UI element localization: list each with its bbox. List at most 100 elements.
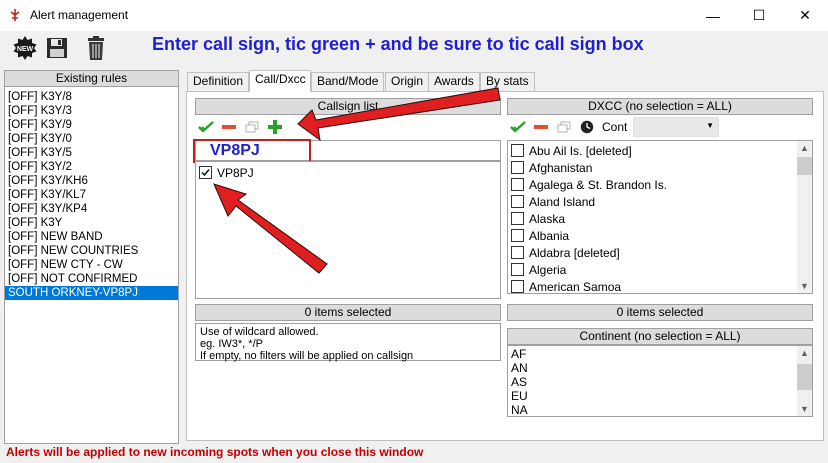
tab-definition[interactable]: Definition: [187, 72, 250, 91]
tab-origin[interactable]: Origin: [385, 72, 430, 91]
dxcc-item[interactable]: Afghanistan: [508, 159, 812, 176]
continent-item[interactable]: NA: [511, 403, 812, 417]
callsign-selected-status: 0 items selected: [195, 304, 501, 321]
dxcc-item[interactable]: Alaska: [508, 210, 812, 227]
rule-item[interactable]: [OFF] K3Y/KL7: [5, 188, 178, 202]
dxcc-clock-icon[interactable]: [579, 120, 595, 134]
dxcc-header: DXCC (no selection = ALL): [507, 98, 813, 115]
dxcc-item[interactable]: Aland Island: [508, 193, 812, 210]
continent-item[interactable]: AF: [511, 347, 812, 361]
callsign-add-button[interactable]: [267, 120, 283, 134]
dxcc-remove-button[interactable]: [533, 120, 549, 134]
dxcc-item-label: Albania: [529, 228, 570, 243]
rule-item[interactable]: [OFF] K3Y/0: [5, 132, 178, 146]
dxcc-item-label: Afghanistan: [529, 160, 593, 175]
rule-item[interactable]: [OFF] NEW BAND: [5, 230, 178, 244]
rule-item[interactable]: [OFF] NEW COUNTRIES: [5, 244, 178, 258]
callsign-copy-button[interactable]: [244, 120, 260, 134]
tab-by-stats[interactable]: By stats: [480, 72, 535, 91]
window-title: Alert management: [30, 8, 129, 22]
callsign-help-box: Use of wildcard allowed. eg. IW3*, */P I…: [195, 323, 501, 362]
dxcc-checkbox[interactable]: [511, 161, 524, 174]
continent-item[interactable]: AN: [511, 361, 812, 375]
rule-item[interactable]: [OFF] K3Y/3: [5, 104, 178, 118]
rule-item[interactable]: [OFF] K3Y/5: [5, 146, 178, 160]
rule-item[interactable]: [OFF] K3Y: [5, 216, 178, 230]
dxcc-checkbox[interactable]: [511, 195, 524, 208]
dxcc-checkbox[interactable]: [511, 212, 524, 225]
close-button[interactable]: ✕: [782, 0, 828, 31]
continent-list[interactable]: AF AN AS EU NA ▲ ▼: [507, 345, 813, 417]
dxcc-item-label: Algeria: [529, 262, 567, 277]
rule-item[interactable]: [OFF] NOT CONFIRMED: [5, 272, 178, 286]
scroll-down-icon[interactable]: ▼: [797, 402, 812, 416]
new-rule-button[interactable]: NEW: [12, 35, 38, 61]
callsign-list-header: Callsign list: [195, 98, 501, 115]
dxcc-checkbox[interactable]: [511, 144, 524, 157]
dxcc-list[interactable]: Abu Ail Is. [deleted] Afghanistan Agalega …: [507, 140, 813, 294]
dxcc-item-label: Alaska: [529, 211, 566, 226]
tab-awards[interactable]: Awards: [428, 72, 480, 91]
dxcc-item[interactable]: Albania: [508, 227, 812, 244]
cont-dropdown[interactable]: ▼: [633, 117, 719, 137]
scroll-thumb[interactable]: [797, 157, 812, 175]
scroll-up-icon[interactable]: ▲: [797, 346, 812, 360]
rule-item[interactable]: [OFF] K3Y/8: [5, 90, 178, 104]
callsign-list[interactable]: VP8PJ: [195, 161, 501, 299]
chevron-down-icon: ▼: [706, 121, 714, 130]
trash-icon: [88, 36, 104, 60]
callsign-remove-button[interactable]: [221, 120, 237, 134]
rule-item[interactable]: [OFF] K3Y/KH6: [5, 174, 178, 188]
rule-item[interactable]: [OFF] K3Y/KP4: [5, 202, 178, 216]
dxcc-checkbox[interactable]: [511, 280, 524, 293]
copy-icon: [557, 121, 571, 133]
dxcc-item[interactable]: Abu Ail Is. [deleted]: [508, 142, 812, 159]
callsign-check-all-button[interactable]: [198, 120, 214, 134]
continent-item[interactable]: AS: [511, 375, 812, 389]
cont-label: Cont: [602, 120, 628, 134]
dxcc-check-all-button[interactable]: [510, 120, 526, 134]
delete-button[interactable]: [83, 35, 109, 61]
checkmark-icon: [510, 121, 526, 133]
continent-item[interactable]: EU: [511, 389, 812, 403]
minimize-button[interactable]: —: [690, 0, 736, 31]
rule-item[interactable]: [OFF] K3Y/9: [5, 118, 178, 132]
dxcc-checkbox[interactable]: [511, 246, 524, 259]
continent-header: Continent (no selection = ALL): [507, 328, 813, 345]
rule-item[interactable]: SOUTH ORKNEY-VP8PJ: [5, 286, 178, 300]
scroll-thumb[interactable]: [797, 364, 812, 390]
new-icon: NEW: [13, 36, 37, 60]
dxcc-item[interactable]: American Samoa: [508, 278, 812, 295]
tab-band-mode[interactable]: Band/Mode: [311, 72, 385, 91]
maximize-button[interactable]: ☐: [736, 0, 782, 31]
minus-icon: [222, 125, 236, 129]
callsign-checkbox[interactable]: [199, 166, 212, 179]
dxcc-item-label: American Samoa: [529, 279, 622, 294]
scroll-up-icon[interactable]: ▲: [797, 141, 812, 155]
dxcc-checkbox[interactable]: [511, 178, 524, 191]
save-button[interactable]: [44, 35, 70, 61]
copy-icon: [245, 121, 259, 133]
callsign-input-value[interactable]: VP8PJ: [193, 139, 311, 163]
dxcc-item-label: Aland Island: [529, 194, 596, 209]
dxcc-item[interactable]: Agalega & St. Brandon Is.: [508, 176, 812, 193]
checkmark-icon: [198, 121, 214, 133]
dxcc-item-label: Abu Ail Is. [deleted]: [529, 143, 632, 158]
dxcc-item[interactable]: Aldabra [deleted]: [508, 244, 812, 261]
continent-scrollbar[interactable]: ▲ ▼: [797, 346, 812, 416]
callsign-item[interactable]: VP8PJ: [196, 164, 500, 181]
floppy-disk-icon: [47, 38, 67, 58]
dxcc-copy-button[interactable]: [556, 120, 572, 134]
dxcc-selected-status: 0 items selected: [507, 304, 813, 321]
dxcc-checkbox[interactable]: [511, 263, 524, 276]
tab-call-dxcc[interactable]: Call/Dxcc: [249, 70, 311, 92]
dxcc-checkbox[interactable]: [511, 229, 524, 242]
dxcc-scrollbar[interactable]: ▲ ▼: [797, 141, 812, 293]
rules-list[interactable]: [OFF] K3Y/8 [OFF] K3Y/3 [OFF] K3Y/9 [OFF] K…: [4, 86, 179, 444]
scroll-down-icon[interactable]: ▼: [797, 279, 812, 293]
dxcc-item[interactable]: Algeria: [508, 261, 812, 278]
instruction-annotation: Enter call sign, tic green + and be sure…: [152, 34, 644, 54]
rule-item[interactable]: [OFF] K3Y/2: [5, 160, 178, 174]
rule-item[interactable]: [OFF] NEW CTY - CW: [5, 258, 178, 272]
rules-header: Existing rules: [4, 70, 179, 87]
